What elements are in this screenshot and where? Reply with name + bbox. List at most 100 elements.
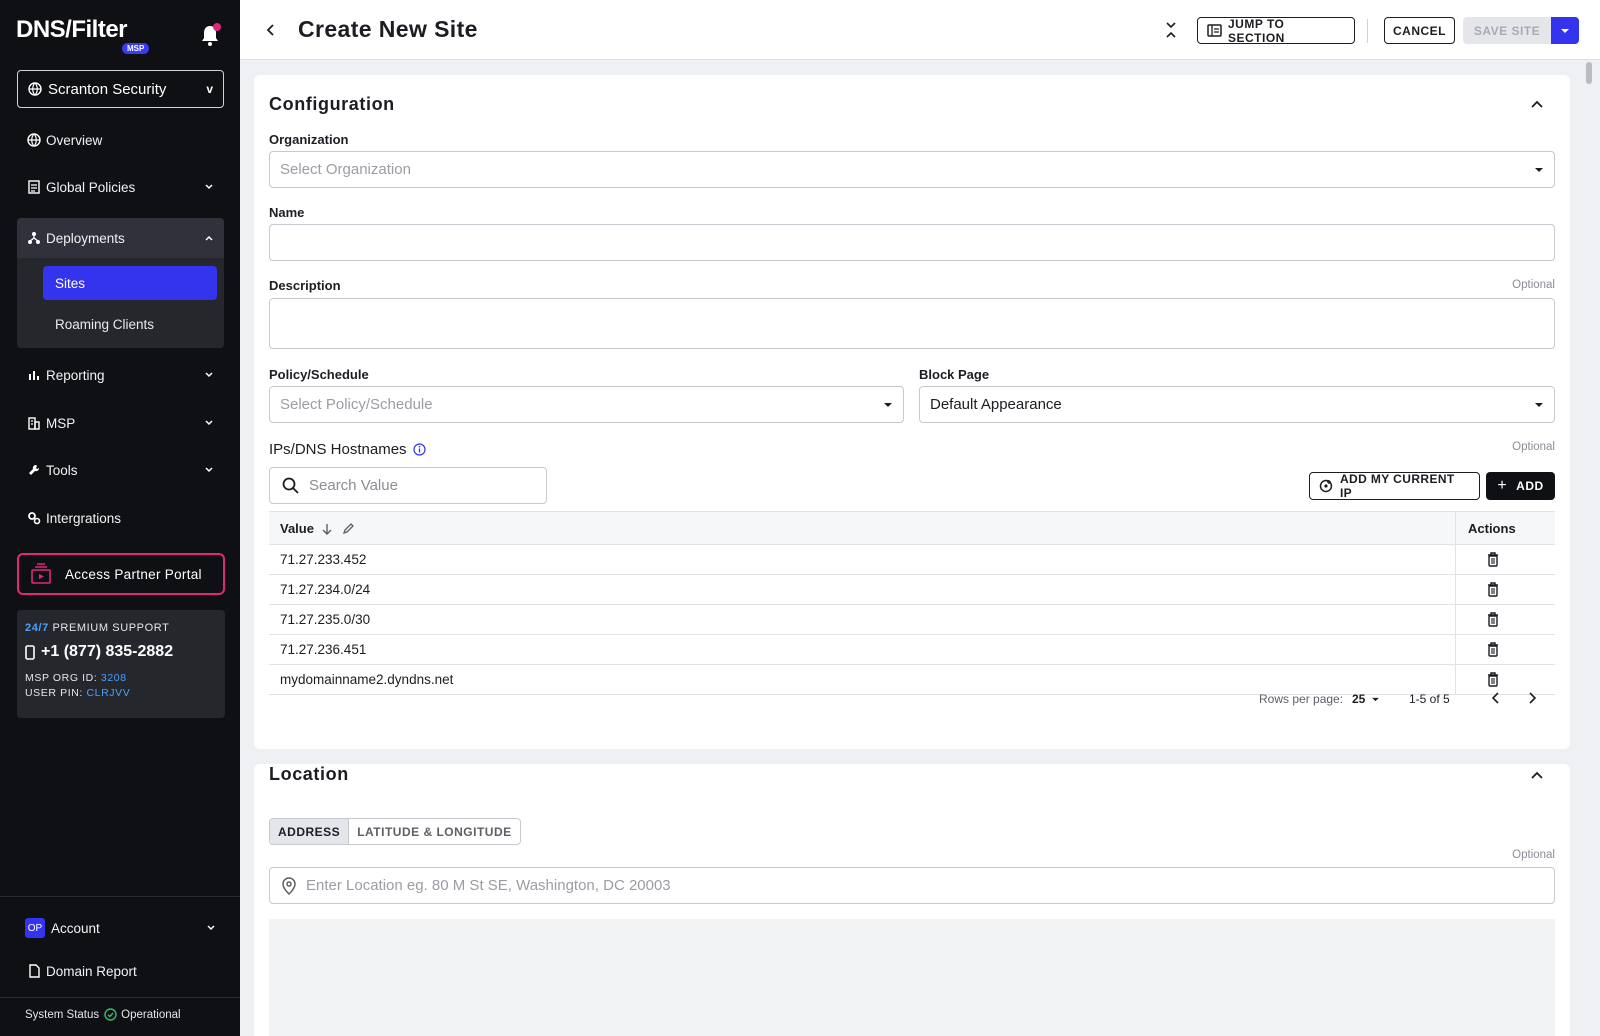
ip-value-cell: mydomainname2.dyndns.net (280, 672, 454, 687)
add-my-current-ip-label: ADD MY CURRENT IP (1339, 472, 1455, 500)
info-icon[interactable] (412, 443, 426, 456)
organization-label: Organization (269, 132, 349, 147)
pin-label: USER PIN: (25, 687, 83, 699)
notification-bell-icon[interactable] (198, 22, 222, 48)
sidebar-item-overview[interactable]: Overview (17, 120, 224, 160)
msp-badge: MSP (122, 43, 150, 54)
description-field[interactable] (269, 298, 1555, 349)
name-label: Name (269, 205, 305, 220)
organization-selector[interactable]: Scranton Security v (17, 70, 224, 108)
jump-to-section-label: JUMP TO SECTION (1227, 16, 1285, 45)
sidebar-item-label: Deployments (46, 230, 125, 246)
table-row: 71.27.235.0/30 (269, 605, 1555, 635)
chevron-up-icon (205, 235, 213, 241)
ip-value-cell: 71.27.234.0/24 (280, 582, 371, 597)
add-label: ADD (1516, 479, 1544, 493)
sort-arrow-down-icon[interactable] (322, 523, 332, 535)
partner-portal-icon (31, 563, 51, 584)
search-input[interactable]: Search Value (269, 467, 547, 504)
trash-icon[interactable] (1487, 612, 1499, 627)
policy-select[interactable]: Select Policy/Schedule (269, 386, 904, 423)
policy-placeholder: Select Policy/Schedule (280, 396, 433, 413)
organization-selector-label: Scranton Security (48, 80, 167, 98)
name-field[interactable] (269, 224, 1555, 261)
rows-per-page-select[interactable]: 25 (1352, 692, 1380, 706)
avatar: OP (25, 918, 45, 938)
section-title: Configuration (269, 94, 395, 114)
sidebar-item-deployments[interactable]: Deployments (17, 218, 224, 258)
block-page-value: Default Appearance (930, 396, 1062, 413)
save-options-dropdown[interactable] (1551, 17, 1579, 44)
edit-pencil-icon[interactable] (342, 522, 354, 535)
chevron-up-icon[interactable] (1530, 770, 1544, 780)
caret-down-icon (884, 402, 892, 407)
table-header: Value Actions (269, 511, 1555, 545)
support-phone[interactable]: +1 (877) 835-2882 (25, 643, 217, 661)
block-page-label: Block Page (919, 367, 990, 382)
trash-icon[interactable] (1487, 582, 1499, 597)
table-pagination: Rows per page: 25 1-5 of 5 (269, 689, 1555, 709)
caret-down-icon (1561, 28, 1569, 33)
organization-select[interactable]: Select Organization (269, 151, 1555, 188)
section-title: Location (269, 764, 349, 784)
column-divider (1455, 605, 1456, 634)
tab-address[interactable]: ADDRESS (270, 819, 350, 844)
location-input[interactable]: Enter Location eg. 80 M St SE, Washingto… (269, 867, 1555, 904)
sidebar-item-roaming-clients[interactable]: Roaming Clients (43, 307, 217, 341)
deployments-icon (28, 232, 40, 244)
save-site-button[interactable]: SAVE SITE (1463, 17, 1551, 44)
sidebar-item-global-policies[interactable]: Global Policies (17, 167, 224, 207)
support-phone-number: +1 (877) 835-2882 (41, 643, 174, 660)
caret-down-icon (1372, 697, 1380, 701)
organization-placeholder: Select Organization (280, 161, 411, 178)
page-title: Create New Site (298, 16, 478, 42)
trash-icon[interactable] (1487, 672, 1499, 687)
collapse-all-icon[interactable] (1164, 20, 1178, 40)
sidebar-item-msp[interactable]: MSP (17, 403, 224, 443)
cancel-button[interactable]: CANCEL (1384, 17, 1455, 44)
sidebar-item-domain-report[interactable]: Domain Report (17, 951, 224, 991)
back-chevron-icon[interactable] (262, 20, 280, 40)
org-id-label: MSP ORG ID: (25, 672, 98, 684)
support-label: PREMIUM SUPPORT (52, 622, 170, 634)
chevron-up-icon[interactable] (1530, 99, 1544, 109)
optional-hint: Optional (1512, 279, 1555, 291)
ips-hostnames-label: IPs/DNS Hostnames (269, 441, 426, 458)
system-status[interactable]: System Status Operational (25, 1008, 181, 1021)
caret-down-icon (1535, 402, 1543, 407)
access-partner-portal-button[interactable]: Access Partner Portal (17, 553, 225, 595)
sidebar-item-label: Reporting (46, 367, 105, 383)
block-page-select[interactable]: Default Appearance (919, 386, 1555, 423)
sidebar-item-tools[interactable]: Tools (17, 450, 224, 490)
trash-icon[interactable] (1487, 552, 1499, 567)
map-area[interactable] (269, 919, 1555, 1036)
chevron-left-icon[interactable] (1491, 690, 1501, 706)
add-button[interactable]: + ADD (1486, 472, 1555, 500)
trash-icon[interactable] (1487, 642, 1499, 657)
location-target-icon (1319, 479, 1333, 493)
scrollbar-thumb[interactable] (1586, 62, 1592, 84)
sidebar-item-sites[interactable]: Sites (43, 266, 217, 300)
bar-chart-icon (29, 371, 39, 380)
add-my-current-ip-button[interactable]: ADD MY CURRENT IP (1309, 472, 1480, 500)
sections-icon (1207, 24, 1222, 37)
chevron-down-icon (205, 372, 213, 378)
sidebar-item-label: MSP (46, 415, 76, 431)
jump-to-section-button[interactable]: JUMP TO SECTION (1197, 16, 1355, 45)
column-header-value[interactable]: Value (280, 521, 354, 536)
phone-icon (25, 644, 35, 660)
configuration-section: Configuration Organization Select Organi… (254, 75, 1570, 749)
logo-row: DNS/Filter MSP (16, 14, 228, 58)
tab-latitude-longitude[interactable]: LATITUDE & LONGITUDE (349, 819, 519, 844)
optional-hint: Optional (1512, 849, 1555, 861)
caret-down-icon (1535, 167, 1543, 172)
chevron-down-icon (205, 467, 213, 473)
chevron-down-icon: v (206, 82, 213, 96)
chevron-right-icon[interactable] (1527, 690, 1537, 706)
building-icon (28, 417, 40, 430)
sidebar-item-account[interactable]: OP Account (17, 908, 224, 948)
sidebar: DNS/Filter MSP Scranton Security v Overv… (0, 0, 240, 1036)
pagination-range: 1-5 of 5 (1409, 692, 1450, 706)
sidebar-item-reporting[interactable]: Reporting (17, 355, 224, 395)
sidebar-item-integrations[interactable]: Intergrations (17, 498, 224, 538)
